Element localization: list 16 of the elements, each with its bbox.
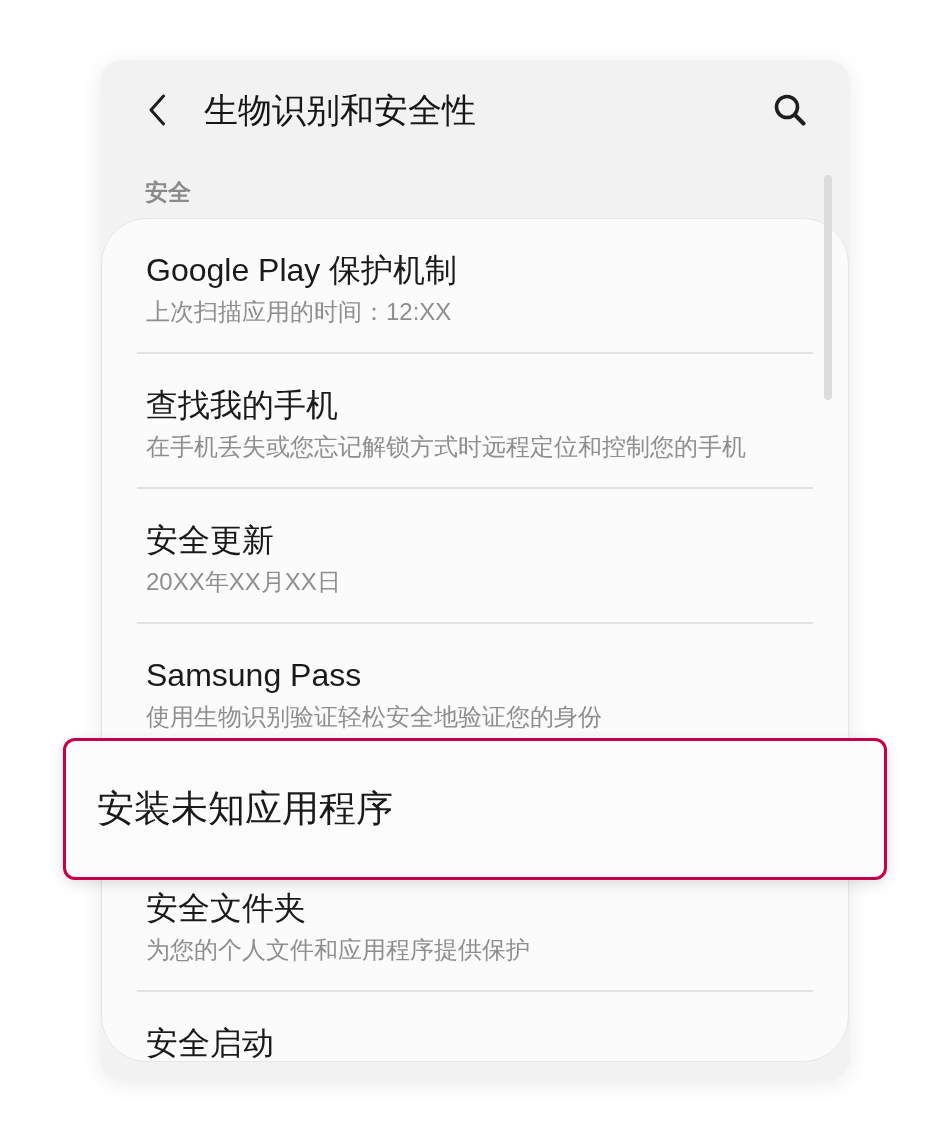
back-icon[interactable] [148,94,166,126]
item-subtitle: 为您的个人文件和应用程序提供保护 [146,935,530,965]
section-label: 安全 [145,178,191,207]
item-subtitle: 在手机丢失或您忘记解锁方式时远程定位和控制您的手机 [146,432,746,462]
item-title[interactable]: 安装未知应用程序 [97,786,393,832]
item-title[interactable]: 安全更新 [146,520,274,560]
item-title[interactable]: 安全文件夹 [146,888,306,928]
item-title[interactable]: 查找我的手机 [146,385,338,425]
item-title[interactable]: 安全启动 [146,1023,274,1063]
item-title[interactable]: Samsung Pass [146,655,362,695]
item-subtitle: 上次扫描应用的时间：12:XX [146,297,452,327]
item-subtitle: 20XX年XX月XX日 [146,567,341,597]
item-title[interactable]: Google Play 保护机制 [146,250,458,290]
item-subtitle: 使用生物识别验证轻松安全地验证您的身份 [146,702,602,732]
screen-title: 生物识别和安全性 [204,90,476,131]
search-icon[interactable] [774,94,806,126]
